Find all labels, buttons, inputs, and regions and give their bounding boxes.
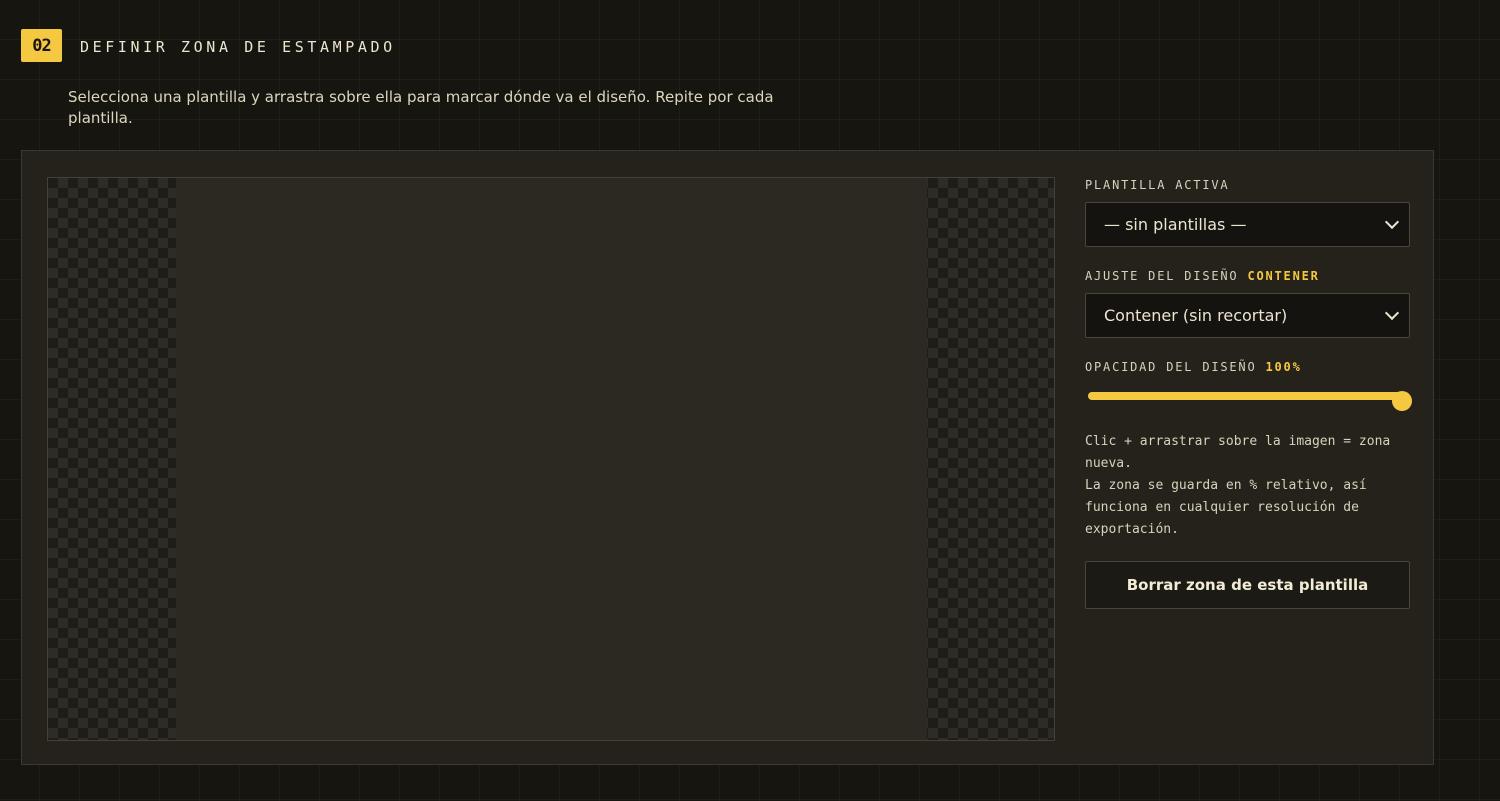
step-description: Selecciona una plantilla y arrastra sobr… xyxy=(68,88,774,127)
chevron-down-icon xyxy=(1384,214,1400,230)
design-fit-select-value: Contener (sin recortar) xyxy=(1104,306,1288,325)
template-preview-area[interactable] xyxy=(176,178,927,740)
active-template-label: PLANTILLA ACTIVA xyxy=(1085,178,1230,192)
slider-track xyxy=(1088,391,1412,411)
design-fit-label: AJUSTE DEL DISEÑO CONTENER xyxy=(1085,269,1320,283)
design-opacity-slider[interactable] xyxy=(1085,387,1412,411)
template-canvas[interactable] xyxy=(47,177,1055,741)
active-template-select[interactable]: — sin plantillas — xyxy=(1085,202,1410,247)
active-template-select-value: — sin plantillas — xyxy=(1104,215,1247,234)
design-fit-select[interactable]: Contener (sin recortar) xyxy=(1085,293,1410,338)
print-zone-panel: PLANTILLA ACTIVA — sin plantillas — AJUS… xyxy=(21,150,1434,765)
slider-fill xyxy=(1088,392,1402,400)
help-text: Clic + arrastrar sobre la imagen = zona … xyxy=(1085,431,1410,541)
clear-zone-button[interactable]: Borrar zona de esta plantilla xyxy=(1085,561,1410,609)
help-line-relative-zone: La zona se guarda en % relativo, así fun… xyxy=(1085,478,1367,537)
design-fit-value-badge: CONTENER xyxy=(1247,269,1320,283)
step-number-badge: 02 xyxy=(21,29,62,62)
zone-settings-sidebar: PLANTILLA ACTIVA — sin plantillas — AJUS… xyxy=(1085,177,1412,609)
step-title: DEFINIR ZONA DE ESTAMPADO xyxy=(80,38,396,56)
help-line-new-zone: Clic + arrastrar sobre la imagen = zona … xyxy=(1085,434,1391,471)
design-opacity-value-badge: 100% xyxy=(1265,360,1302,374)
slider-thumb[interactable] xyxy=(1392,391,1412,411)
chevron-down-icon xyxy=(1384,305,1400,321)
design-opacity-label: OPACIDAD DEL DISEÑO 100% xyxy=(1085,360,1302,374)
